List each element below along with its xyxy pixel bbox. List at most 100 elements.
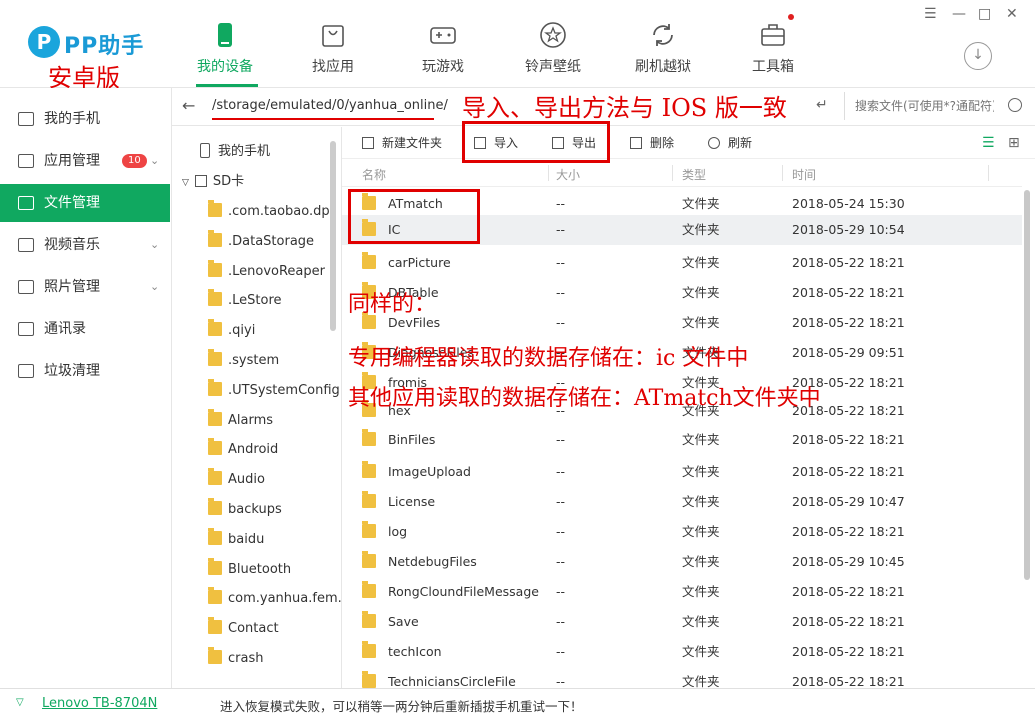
table-row[interactable]: RongCloundFileMessage -- 文件夹 2018-05-22 18:… (342, 577, 1022, 607)
tree-item-my-phone[interactable]: 我的手机 (200, 141, 270, 163)
sidebar-item-apps[interactable]: 应用管理 10 ⌄ (0, 142, 170, 180)
delete-button[interactable]: 删除 (630, 134, 674, 151)
annotation-line1: 同样的： (348, 292, 437, 317)
path-input[interactable]: /storage/emulated/0/yanhua_online/ (212, 98, 448, 113)
sidebar-item-contacts[interactable]: 通讯录 (0, 310, 170, 348)
column-time[interactable]: 时间 (792, 166, 816, 183)
file-size: -- (556, 584, 566, 599)
file-time: 2018-05-29 10:47 (792, 494, 905, 509)
table-row[interactable]: BinFiles -- 文件夹 2018-05-22 18:21 (342, 425, 1022, 455)
device-dropdown-icon[interactable]: ▽ (16, 697, 24, 708)
tree-scrollbar[interactable] (330, 141, 336, 331)
sidebar-item-media[interactable]: 视频音乐 ⌄ (0, 226, 170, 264)
folder-icon (362, 581, 376, 598)
annotation-line3: 其他应用读取的数据存储在：ATmatch文件夹中 (348, 386, 821, 411)
tree-item[interactable]: crash (208, 647, 263, 670)
minimize-button[interactable]: — (952, 6, 966, 22)
folder-icon (208, 408, 222, 426)
tree-item[interactable]: Bluetooth (208, 557, 291, 581)
tree-item[interactable]: Android (208, 438, 278, 461)
column-name[interactable]: 名称 (362, 166, 386, 183)
sidebar-item-cleanup[interactable]: 垃圾清理 (0, 352, 170, 390)
grid-view-icon[interactable]: ⊞ (1008, 135, 1020, 151)
top-bar: P PP助手 安卓版 我的设备 找应用 玩游戏 铃声壁纸 刷机越狱 工具箱 ☰ … (0, 0, 1035, 92)
column-size[interactable]: 大小 (556, 166, 580, 183)
table-row[interactable]: TechniciansCircleFile -- 文件夹 2018-05-22 18:… (342, 667, 1022, 688)
tree-item-label: .UTSystemConfig (228, 382, 340, 398)
column-type[interactable]: 类型 (682, 166, 706, 183)
file-time: 2018-05-29 10:54 (792, 222, 905, 237)
download-icon[interactable]: ↓ (964, 42, 992, 70)
back-arrow-icon[interactable]: ← (182, 96, 195, 115)
tab-label: 找应用 (312, 59, 354, 75)
refresh-button[interactable]: 刷新 (708, 134, 752, 151)
table-row[interactable]: DevFiles -- 文件夹 2018-05-22 18:21 (342, 308, 1022, 338)
tab-my-device[interactable]: 我的设备 (180, 14, 270, 84)
notification-dot (788, 14, 794, 20)
tree-item[interactable]: Contact (208, 617, 279, 640)
tree-item[interactable]: com.yanhua.fem... (208, 587, 341, 610)
app-name: PP助手 (64, 34, 145, 59)
trash-icon (18, 364, 34, 378)
toolbox-icon (761, 24, 785, 46)
file-name: carPicture (388, 255, 451, 270)
search-input[interactable] (844, 92, 994, 120)
table-row[interactable]: Save -- 文件夹 2018-05-22 18:21 (342, 607, 1022, 637)
tree-item[interactable]: backups (208, 498, 282, 521)
tree-item[interactable]: .com.taobao.dp (208, 200, 330, 223)
column-divider (548, 165, 549, 181)
go-path-icon[interactable]: ↵ (816, 97, 828, 113)
tab-flash-jailbreak[interactable]: 刷机越狱 (618, 14, 708, 84)
folder-icon (208, 259, 222, 277)
tab-toolbox[interactable]: 工具箱 (728, 14, 818, 84)
file-list-scrollbar[interactable] (1024, 190, 1030, 580)
list-view-icon[interactable]: ☰ (982, 135, 995, 151)
file-time: 2018-05-22 18:21 (792, 584, 905, 599)
table-row[interactable]: DBTable -- 文件夹 2018-05-22 18:21 (342, 278, 1022, 308)
new-folder-button[interactable]: 新建文件夹 (362, 134, 442, 151)
chevron-down-icon: ⌄ (150, 280, 160, 293)
table-row[interactable]: License -- 文件夹 2018-05-29 10:47 (342, 487, 1022, 517)
folder-icon (208, 319, 222, 337)
sidebar: 我的手机 应用管理 10 ⌄ 文件管理 视频音乐 ⌄ 照片管理 ⌄ 通讯录 垃圾… (0, 88, 172, 688)
tree-item[interactable]: .LeStore (208, 289, 282, 312)
sidebar-item-my-phone[interactable]: 我的手机 (0, 100, 170, 138)
sidebar-item-photos[interactable]: 照片管理 ⌄ (0, 268, 170, 306)
status-message: 进入恢复模式失败，可以稍等一两分钟后重新插拔手机重试一下！ (220, 699, 583, 714)
sidebar-item-files[interactable]: 文件管理 (0, 184, 170, 222)
maximize-button[interactable]: □ (978, 6, 991, 22)
table-row[interactable]: NetdebugFiles -- 文件夹 2018-05-29 10:45 (342, 547, 1022, 577)
file-size: -- (556, 674, 566, 688)
phone-icon (218, 23, 232, 47)
tree-item[interactable]: Audio (208, 468, 265, 491)
menu-button[interactable]: ☰ (924, 6, 937, 22)
sidebar-item-label: 文件管理 (44, 195, 100, 211)
file-time: 2018-05-29 10:45 (792, 554, 905, 569)
file-time: 2018-05-22 18:21 (792, 315, 905, 330)
tree-item[interactable]: .DataStorage (208, 229, 314, 253)
tab-games[interactable]: 玩游戏 (398, 14, 488, 84)
folder-icon (362, 641, 376, 658)
file-type: 文件夹 (682, 255, 720, 270)
device-link[interactable]: Lenovo TB-8704N (42, 696, 157, 711)
search-icon[interactable] (1008, 98, 1022, 112)
tree-item[interactable]: baidu (208, 527, 264, 551)
table-row[interactable]: log -- 文件夹 2018-05-22 18:21 (342, 517, 1022, 547)
tree-item-sd-card[interactable]: ▽ SD卡 (182, 171, 244, 193)
tree-item-label: Contact (228, 621, 279, 637)
tree-item[interactable]: .system (208, 349, 279, 372)
file-type: 文件夹 (682, 614, 720, 629)
close-button[interactable]: ✕ (1006, 6, 1018, 22)
tree-item[interactable]: .LenovoReaper (208, 259, 325, 283)
file-time: 2018-05-22 18:21 (792, 524, 905, 539)
column-divider (672, 165, 673, 181)
table-row[interactable]: carPicture -- 文件夹 2018-05-22 18:21 (342, 248, 1022, 278)
table-row[interactable]: techIcon -- 文件夹 2018-05-22 18:21 (342, 637, 1022, 667)
tab-ringtones[interactable]: 铃声壁纸 (508, 14, 598, 84)
tree-item[interactable]: .qiyi (208, 319, 255, 342)
table-row[interactable]: ImageUpload -- 文件夹 2018-05-22 18:21 (342, 457, 1022, 487)
tree-item[interactable]: .UTSystemConfig (208, 378, 340, 402)
tree-item[interactable]: Alarms (208, 408, 273, 432)
tab-find-apps[interactable]: 找应用 (288, 14, 378, 84)
pp-logo-icon: P (28, 26, 60, 58)
